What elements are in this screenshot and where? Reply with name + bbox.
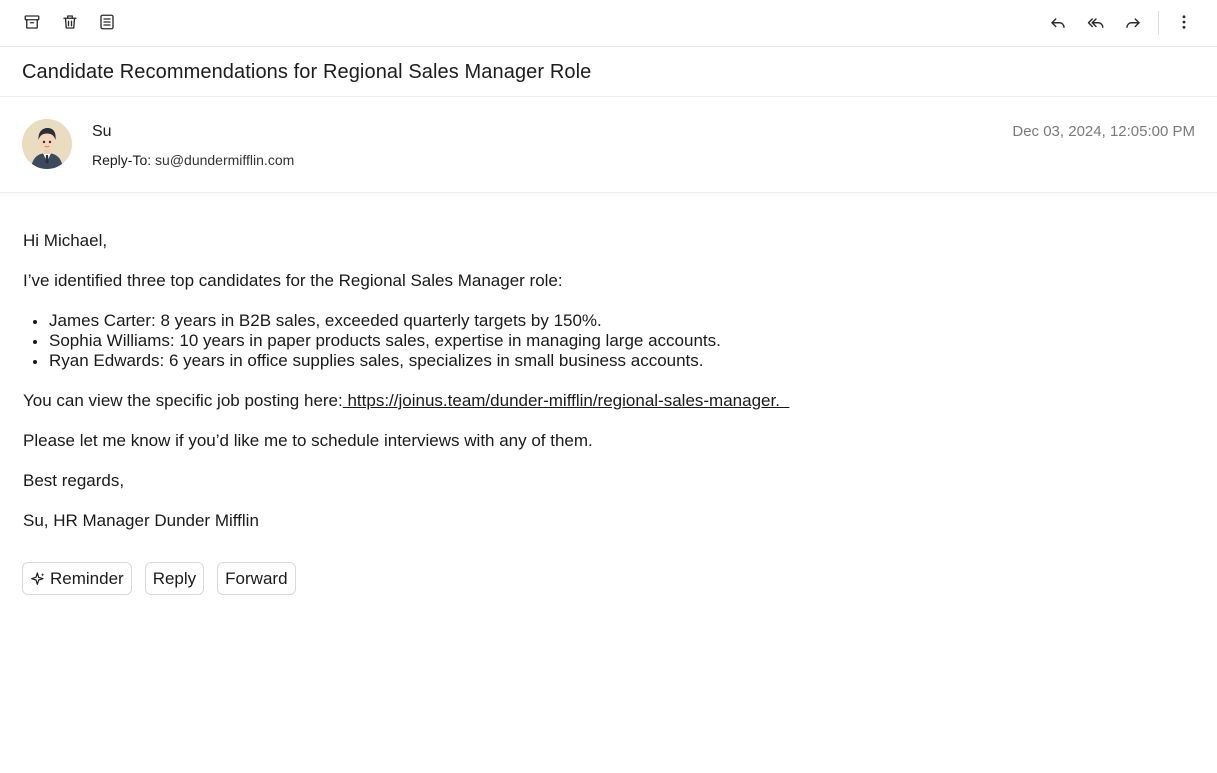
reminder-button[interactable]: Reminder [22,562,132,595]
reminder-label: Reminder [50,568,124,588]
reply-to: Reply-To: su@dundermifflin.com [92,152,294,168]
list-item: Ryan Edwards: 6 years in office supplies… [23,351,1193,371]
signature: Su, HR Manager Dunder Mifflin [23,511,259,530]
sender-name: Su [92,123,112,140]
closing-request: Please let me know if you’d like me to s… [23,431,593,450]
archive-button[interactable] [20,10,44,34]
list-item: James Carter: 8 years in B2B sales, exce… [23,311,1193,331]
archive-icon [24,15,40,29]
reply-to-address[interactable]: su@dundermifflin.com [155,152,294,168]
reply-all-icon [1087,18,1104,28]
reply-button[interactable]: Reply [144,562,205,595]
reply-toolbar-button[interactable] [1046,10,1070,34]
toolbar [0,0,1217,47]
toolbar-divider [1158,11,1159,35]
intro-text: I’ve identified three top candidates for… [23,271,563,290]
greeting: Hi Michael, [23,231,108,250]
email-date: Dec 03, 2024, 12:05:00 PM [1012,123,1195,140]
email-body: Hi Michael, I’ve identified three top ca… [23,231,1193,551]
more-options-button[interactable] [1172,10,1196,34]
avatar-illustration [22,119,72,169]
trash-icon [63,15,77,29]
posting-text: You can view the specific job posting he… [23,391,343,410]
candidate-list: James Carter: 8 years in B2B sales, exce… [23,311,1193,371]
forward-icon [1126,18,1140,28]
sparkle-icon [30,571,46,587]
subject-row: Candidate Recommendations for Regional S… [0,47,1217,97]
summary-button[interactable] [95,10,119,34]
reply-all-toolbar-button[interactable] [1084,10,1108,34]
sign-off: Best regards, [23,471,125,490]
forward-label: Forward [225,568,288,588]
reply-icon [1051,18,1065,28]
avatar[interactable] [22,119,72,169]
email-subject: Candidate Recommendations for Regional S… [22,61,592,83]
reply-label: Reply [152,568,197,588]
reply-to-label: Reply-To: [92,152,152,168]
email-header: Su Reply-To: su@dundermifflin.com Dec 03… [0,97,1217,193]
summary-icon [100,14,114,30]
forward-toolbar-button[interactable] [1121,10,1145,34]
email-view: Candidate Recommendations for Regional S… [0,0,1217,773]
job-posting-link[interactable]: https://joinus.team/dunder-mifflin/regio… [343,391,790,410]
more-vertical-icon [1182,15,1186,29]
email-actions: Reminder Reply Forward [22,562,296,595]
list-item: Sophia Williams: 10 years in paper produ… [23,331,1193,351]
posting-paragraph: You can view the specific job posting he… [23,391,1193,411]
delete-button[interactable] [58,10,82,34]
forward-button[interactable]: Forward [217,562,296,595]
